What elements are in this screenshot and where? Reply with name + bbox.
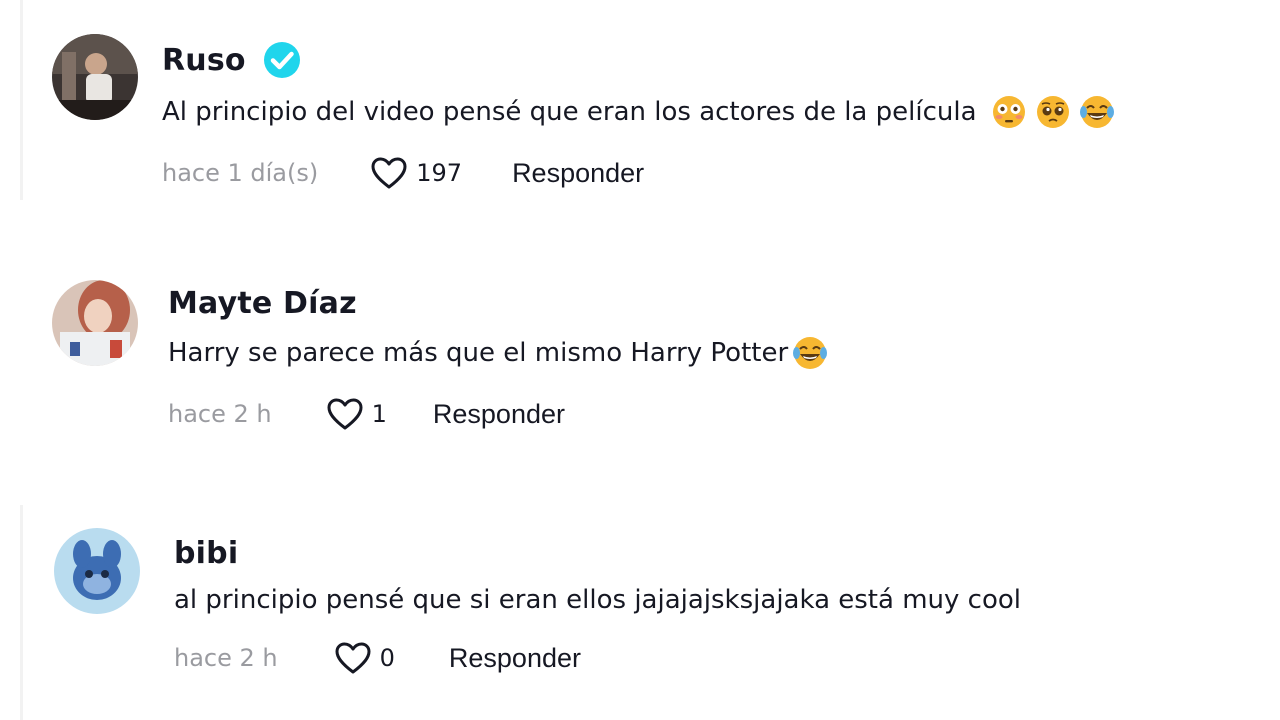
like-count: 197	[416, 159, 463, 187]
like-button[interactable]: 0	[334, 641, 395, 675]
comment-text-content: Al principio del video pensé que eran lo…	[162, 97, 977, 127]
username-text[interactable]: Mayte Díaz	[168, 286, 357, 321]
comment-text: al principio pensé que si eran ellos jaj…	[174, 585, 1021, 615]
avatar[interactable]	[54, 528, 140, 614]
comment-meta: hace 2 h 0 Responder	[174, 641, 1021, 675]
verified-check-icon	[262, 40, 302, 80]
comment-text: Al principio del video pensé que eran lo…	[162, 94, 1115, 130]
heart-outline-icon[interactable]	[326, 397, 364, 431]
divider	[20, 505, 23, 720]
comment-text-content: Harry se parece más que el mismo Harry P…	[168, 338, 789, 368]
like-count: 0	[379, 644, 395, 672]
comment-text: Harry se parece más que el mismo Harry P…	[168, 335, 828, 371]
username[interactable]: Ruso	[162, 40, 1115, 80]
like-count: 1	[371, 400, 387, 428]
username[interactable]: Mayte Díaz	[168, 286, 828, 321]
heart-outline-icon[interactable]	[370, 156, 408, 190]
reply-button[interactable]: Responder	[512, 158, 644, 189]
username[interactable]: bibi	[174, 536, 1021, 571]
like-button[interactable]: 1	[326, 397, 387, 431]
comment-text-content: al principio pensé que si eran ellos jaj…	[174, 585, 1021, 615]
pleading-face-icon	[1035, 94, 1071, 130]
comment-meta: hace 2 h 1 Responder	[168, 397, 828, 431]
avatar[interactable]	[52, 34, 138, 120]
avatar[interactable]	[52, 280, 138, 366]
divider	[20, 0, 23, 200]
like-button[interactable]: 197	[370, 156, 462, 190]
comment-time: hace 2 h	[174, 644, 278, 672]
face-with-tears-of-joy-icon	[792, 335, 828, 371]
username-text[interactable]: bibi	[174, 536, 238, 571]
username-text[interactable]: Ruso	[162, 43, 246, 78]
heart-outline-icon[interactable]	[334, 641, 372, 675]
reply-button[interactable]: Responder	[449, 643, 581, 674]
reply-button[interactable]: Responder	[433, 399, 565, 430]
flushed-face-icon	[991, 94, 1027, 130]
comment-time: hace 2 h	[168, 400, 272, 428]
face-with-tears-of-joy-icon	[1079, 94, 1115, 130]
comment-time: hace 1 día(s)	[162, 159, 319, 187]
comment-meta: hace 1 día(s) 197 Responder	[162, 156, 1115, 190]
